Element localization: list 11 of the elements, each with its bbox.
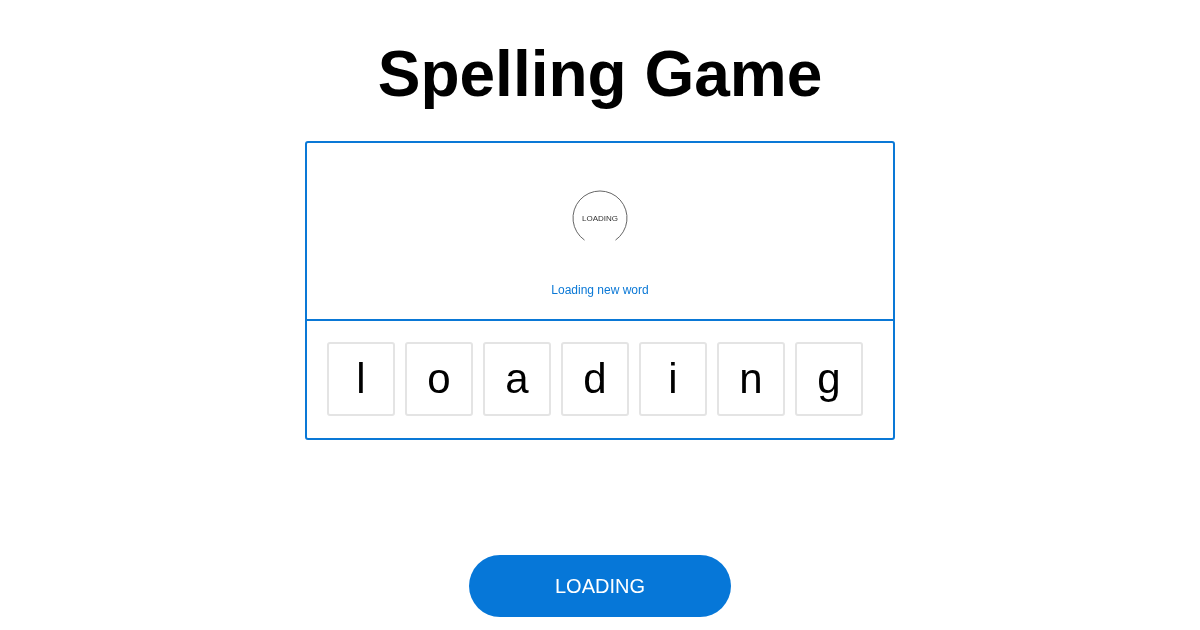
letter-tile: o bbox=[405, 342, 473, 416]
letter-tile: n bbox=[717, 342, 785, 416]
letter-tile: a bbox=[483, 342, 551, 416]
letter-tile: g bbox=[795, 342, 863, 416]
status-text: Loading new word bbox=[551, 283, 649, 297]
spinner-label: LOADING bbox=[582, 213, 618, 223]
letter-tile: l bbox=[327, 342, 395, 416]
letter-tile: i bbox=[639, 342, 707, 416]
page-title: Spelling Game bbox=[377, 37, 823, 112]
loading-button[interactable]: LOADING bbox=[469, 555, 731, 617]
letter-tile: d bbox=[561, 342, 629, 416]
